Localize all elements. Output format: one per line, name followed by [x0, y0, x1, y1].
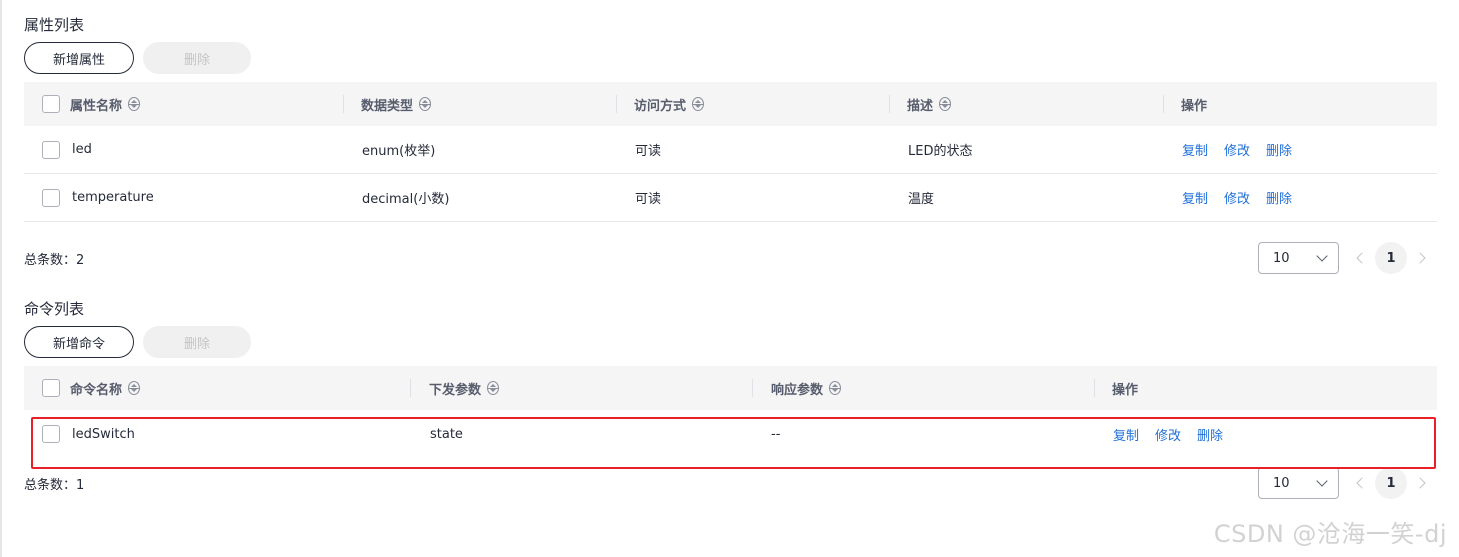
sort-icon[interactable] — [939, 97, 952, 111]
page-size-select[interactable]: 10 — [1258, 242, 1339, 274]
chevron-down-icon — [1316, 249, 1328, 262]
property-data-type: enum(枚举) — [362, 144, 436, 159]
delete-link[interactable]: 删除 — [1266, 188, 1292, 207]
page-size-select[interactable]: 10 — [1258, 467, 1339, 499]
sort-icon[interactable] — [128, 381, 141, 395]
column-header-data-type[interactable]: 数据类型 — [343, 82, 616, 126]
prev-page-button[interactable] — [1345, 242, 1375, 274]
watermark: CSDN @沧海一笑-dj — [1213, 520, 1447, 548]
command-pagination: 10 1 — [1258, 467, 1437, 499]
column-header-property-name[interactable]: 属性名称 — [24, 82, 343, 126]
left-edge-divider — [0, 0, 2, 557]
property-description: LED的状态 — [908, 144, 973, 159]
row-checkbox[interactable] — [42, 188, 60, 207]
select-all-commands-checkbox[interactable] — [42, 379, 60, 397]
property-name: temperature — [72, 190, 154, 205]
property-total-count: 总条数：2 — [24, 252, 85, 268]
copy-link[interactable]: 复制 — [1182, 188, 1208, 207]
property-description: 温度 — [908, 192, 935, 207]
delete-commands-button: 删除 — [143, 326, 251, 358]
sort-icon[interactable] — [829, 381, 842, 395]
property-table-header: 属性名称 数据类型 访问方式 描述 操作 — [24, 82, 1437, 126]
property-access-mode: 可读 — [635, 192, 662, 207]
column-header-access-mode[interactable]: 访问方式 — [616, 82, 889, 126]
property-table-footer: 总条数：2 10 1 — [24, 241, 1437, 275]
column-header-command-name[interactable]: 命令名称 — [24, 366, 410, 410]
chevron-right-icon — [1414, 252, 1426, 264]
sort-icon[interactable] — [128, 97, 141, 111]
copy-link[interactable]: 复制 — [1182, 140, 1208, 159]
sort-icon[interactable] — [487, 381, 500, 395]
edit-link[interactable]: 修改 — [1224, 188, 1250, 207]
column-header-actions: 操作 — [1094, 366, 1437, 410]
property-list-section: 属性列表 新增属性 删除 属性名称 数据类型 访问方式 描述 操作 led en… — [24, 14, 1437, 275]
property-toolbar: 新增属性 删除 — [24, 42, 1437, 74]
chevron-down-icon — [1316, 474, 1328, 487]
next-page-button[interactable] — [1407, 242, 1437, 274]
column-header-send-params[interactable]: 下发参数 — [410, 366, 752, 410]
row-checkbox[interactable] — [42, 140, 60, 159]
highlight-annotation-box — [31, 417, 1436, 469]
command-list-section: 命令列表 新增命令 删除 命令名称 下发参数 响应参数 操作 ledSwitch… — [24, 298, 1437, 500]
select-all-properties-checkbox[interactable] — [42, 95, 60, 113]
page-number-current[interactable]: 1 — [1375, 242, 1407, 274]
property-name: led — [72, 142, 92, 157]
delete-link[interactable]: 删除 — [1266, 140, 1292, 159]
next-page-button[interactable] — [1407, 467, 1437, 499]
command-total-count: 总条数：1 — [24, 477, 85, 493]
command-table-footer: 总条数：1 10 1 — [24, 466, 1437, 500]
chevron-left-icon — [1356, 252, 1368, 264]
column-header-description[interactable]: 描述 — [889, 82, 1163, 126]
command-list-title: 命令列表 — [24, 300, 85, 318]
add-command-button[interactable]: 新增命令 — [24, 326, 134, 358]
sort-icon[interactable] — [419, 97, 432, 111]
property-data-type: decimal(小数) — [362, 192, 450, 207]
prev-page-button[interactable] — [1345, 467, 1375, 499]
sort-icon[interactable] — [692, 97, 705, 111]
column-header-actions: 操作 — [1163, 82, 1437, 126]
edit-link[interactable]: 修改 — [1224, 140, 1250, 159]
delete-properties-button: 删除 — [143, 42, 251, 74]
property-access-mode: 可读 — [635, 144, 662, 159]
property-pagination: 10 1 — [1258, 242, 1437, 274]
add-property-button[interactable]: 新增属性 — [24, 42, 134, 74]
command-toolbar: 新增命令 删除 — [24, 326, 1437, 358]
chevron-right-icon — [1414, 477, 1426, 489]
property-list-title: 属性列表 — [24, 16, 85, 34]
property-table: 属性名称 数据类型 访问方式 描述 操作 led enum(枚举) 可读 LED… — [24, 82, 1437, 222]
table-row: temperature decimal(小数) 可读 温度 复制 修改 删除 — [24, 174, 1437, 222]
table-row: led enum(枚举) 可读 LED的状态 复制 修改 删除 — [24, 126, 1437, 174]
chevron-left-icon — [1356, 477, 1368, 489]
column-header-response-params[interactable]: 响应参数 — [752, 366, 1094, 410]
command-table-header: 命令名称 下发参数 响应参数 操作 — [24, 366, 1437, 410]
page-number-current[interactable]: 1 — [1375, 467, 1407, 499]
